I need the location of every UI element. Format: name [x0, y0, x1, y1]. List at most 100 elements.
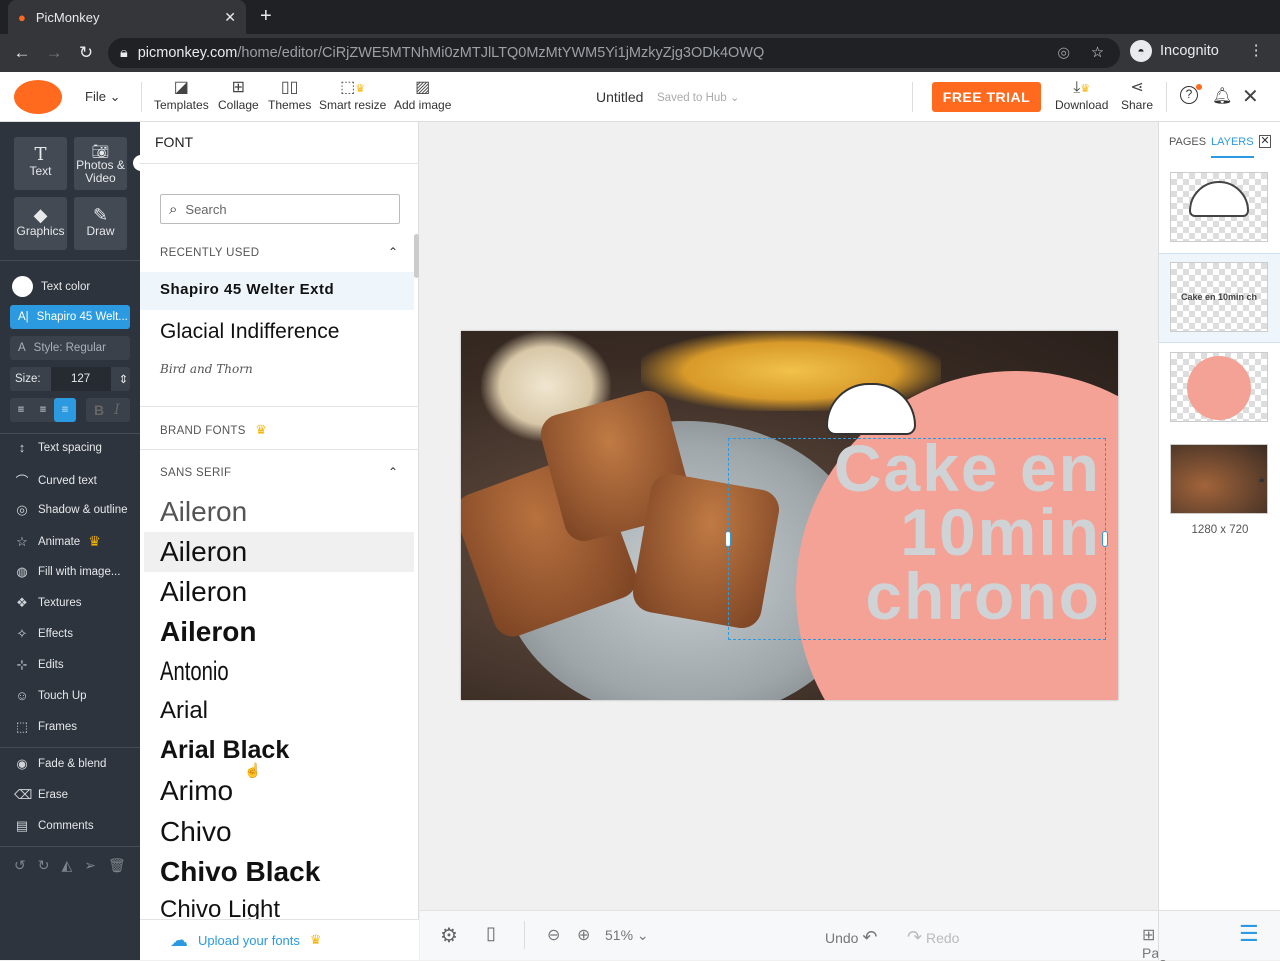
send-icon[interactable]: ➢: [84, 857, 96, 874]
file-menu[interactable]: File ⌄: [85, 89, 120, 105]
font-item[interactable]: Aileron: [160, 536, 247, 568]
menu-fade-blend[interactable]: ◉ Fade & blend: [14, 756, 106, 772]
close-panel-icon[interactable]: ✕: [1259, 135, 1271, 148]
incognito-badge[interactable]: ◓ Incognito ⋮: [1130, 40, 1263, 62]
layers-icon[interactable]: ☰: [1239, 921, 1259, 947]
back-icon[interactable]: ←: [6, 43, 38, 63]
brand-fonts-heading[interactable]: BRAND FONTS ♛: [160, 422, 267, 438]
tab-layers[interactable]: LAYERS: [1211, 136, 1254, 158]
font-item[interactable]: Chivo: [160, 816, 232, 848]
font-item[interactable]: Arial: [160, 697, 208, 725]
font-item[interactable]: Shapiro 45 Welter Extd: [160, 281, 334, 298]
zoom-out-icon[interactable]: ⊖: [547, 925, 560, 945]
zoom-in-icon[interactable]: ⊕: [577, 925, 590, 945]
menu-edits[interactable]: ⊹ Edits: [14, 657, 64, 673]
font-item[interactable]: Aileron: [160, 576, 247, 608]
font-search-input[interactable]: ⌕ Search: [160, 194, 400, 224]
align-center-icon[interactable]: ≡: [32, 404, 54, 416]
size-stepper-icon[interactable]: ⇕: [119, 372, 129, 386]
close-editor-icon[interactable]: ✕: [1242, 84, 1259, 109]
tab-pages[interactable]: PAGES: [1169, 136, 1206, 148]
menu-effects[interactable]: ✧ Effects: [14, 626, 73, 642]
size-input[interactable]: 127: [50, 367, 111, 391]
bold-icon[interactable]: B: [94, 402, 104, 418]
reload-icon[interactable]: ↻: [70, 43, 102, 63]
font-item[interactable]: Aileron: [160, 616, 256, 648]
style-selector[interactable]: A Style: Regular: [10, 336, 130, 360]
graphics-button[interactable]: ◆ Graphics: [14, 197, 67, 250]
fit-icon[interactable]: ▯: [486, 923, 496, 944]
draw-button[interactable]: ✎ Draw: [74, 197, 127, 250]
undo-icon[interactable]: ↺: [14, 857, 26, 874]
size-field[interactable]: Size: 127 ⇕: [10, 367, 130, 391]
align-left-icon[interactable]: ≡: [10, 404, 32, 416]
menu-touch-up[interactable]: ☺ Touch Up: [14, 688, 86, 703]
settings-gear-icon[interactable]: ⚙: [440, 923, 458, 948]
menu-textures[interactable]: ❖ Textures: [14, 595, 81, 611]
font-item[interactable]: Bird and Thorn: [160, 362, 253, 376]
flip-icon[interactable]: ◭: [61, 857, 72, 874]
font-item[interactable]: Antonio: [160, 656, 229, 687]
menu-erase[interactable]: ⌫ Erase: [14, 787, 68, 803]
italic-icon[interactable]: I: [114, 402, 120, 418]
save-status[interactable]: Saved to Hub ⌄: [657, 90, 740, 104]
trash-icon[interactable]: 🗑︎: [108, 857, 126, 874]
recently-used-heading[interactable]: RECENTLY USED: [160, 247, 259, 259]
collage-button[interactable]: ⊞ Collage: [218, 78, 259, 112]
text-selection-box[interactable]: [728, 438, 1106, 640]
zoom-level[interactable]: 51% ⌄: [605, 927, 649, 944]
upload-fonts-button[interactable]: ☁ Upload your fonts ♛: [140, 919, 419, 960]
star-icon[interactable]: ☆: [1091, 45, 1104, 61]
scrollbar[interactable]: [414, 234, 419, 278]
free-trial-button[interactable]: FREE TRIAL: [932, 82, 1041, 112]
close-tab-icon[interactable]: ✕: [224, 9, 236, 26]
redo-button[interactable]: ↷ Redo: [907, 927, 959, 948]
eye-off-icon[interactable]: ◎: [1057, 45, 1070, 61]
redo-icon[interactable]: ↻: [38, 857, 50, 874]
picmonkey-logo[interactable]: [14, 80, 62, 114]
menu-animate[interactable]: ☆ Animate ♛: [14, 533, 101, 550]
font-item[interactable]: Glacial Indifference: [160, 320, 339, 344]
lock-icon[interactable]: 🔒︎: [1259, 474, 1264, 485]
share-button[interactable]: ⋖ Share: [1121, 78, 1153, 112]
font-selector[interactable]: A| Shapiro 45 Welt...: [10, 305, 130, 329]
layer-thumb-text[interactable]: Cake en 10min ch: [1170, 262, 1268, 332]
chevron-up-icon[interactable]: ⌃: [388, 245, 398, 259]
menu-curved-text[interactable]: ⌒ Curved text: [14, 471, 96, 490]
resize-handle-left[interactable]: [725, 531, 731, 547]
undo-button[interactable]: Undo ↶: [825, 927, 877, 948]
url-bar[interactable]: 🔒︎ picmonkey.com/home/editor/CiRjZWE5MTNh…: [108, 38, 1120, 68]
chevron-up-icon[interactable]: ⌃: [388, 465, 398, 479]
text-tool-button[interactable]: T Text: [14, 137, 67, 190]
sans-serif-heading[interactable]: SANS SERIF: [160, 467, 231, 479]
resize-handle-right[interactable]: [1102, 531, 1108, 547]
themes-button[interactable]: ▯▯ Themes: [268, 78, 311, 112]
font-item[interactable]: Chivo Black: [160, 856, 320, 888]
layer-thumb-circle[interactable]: [1170, 352, 1268, 422]
menu-dots-icon[interactable]: ⋮: [1249, 43, 1264, 59]
download-button[interactable]: ⤓♛ Download: [1055, 78, 1108, 112]
document-title[interactable]: Untitled: [596, 89, 643, 105]
templates-button[interactable]: ◪ Templates: [154, 78, 209, 112]
new-tab-icon[interactable]: +: [260, 5, 272, 28]
add-image-button[interactable]: ▨ Add image: [394, 78, 451, 112]
text-color-button[interactable]: Text color: [12, 276, 90, 297]
font-item[interactable]: Arial Black: [160, 736, 289, 765]
align-right-icon[interactable]: ≡: [54, 398, 76, 422]
layer-thumb-hat[interactable]: [1170, 172, 1268, 242]
browser-tab[interactable]: ● PicMonkey ✕: [8, 0, 246, 34]
bell-icon[interactable]: 🔔︎: [1212, 86, 1232, 106]
font-item[interactable]: Chivo Light: [160, 896, 280, 920]
forward-icon[interactable]: →: [38, 43, 70, 63]
photos-video-button[interactable]: 📷︎ Photos & Video: [74, 137, 127, 190]
menu-fill-with-image[interactable]: ◍ Fill with image...: [14, 564, 120, 580]
menu-frames[interactable]: ⬚ Frames: [14, 719, 77, 735]
smart-resize-button[interactable]: ⬚♛ Smart resize: [319, 78, 386, 112]
font-item[interactable]: Arimo: [160, 775, 233, 807]
help-icon[interactable]: ?: [1180, 86, 1198, 104]
menu-text-spacing[interactable]: ↕ Text spacing: [14, 440, 102, 455]
menu-shadow-outline[interactable]: ◎ Shadow & outline: [14, 502, 127, 518]
font-item[interactable]: Aileron: [160, 496, 247, 528]
menu-comments[interactable]: ▤ Comments: [14, 818, 94, 834]
layer-thumb-photo[interactable]: [1170, 444, 1268, 514]
